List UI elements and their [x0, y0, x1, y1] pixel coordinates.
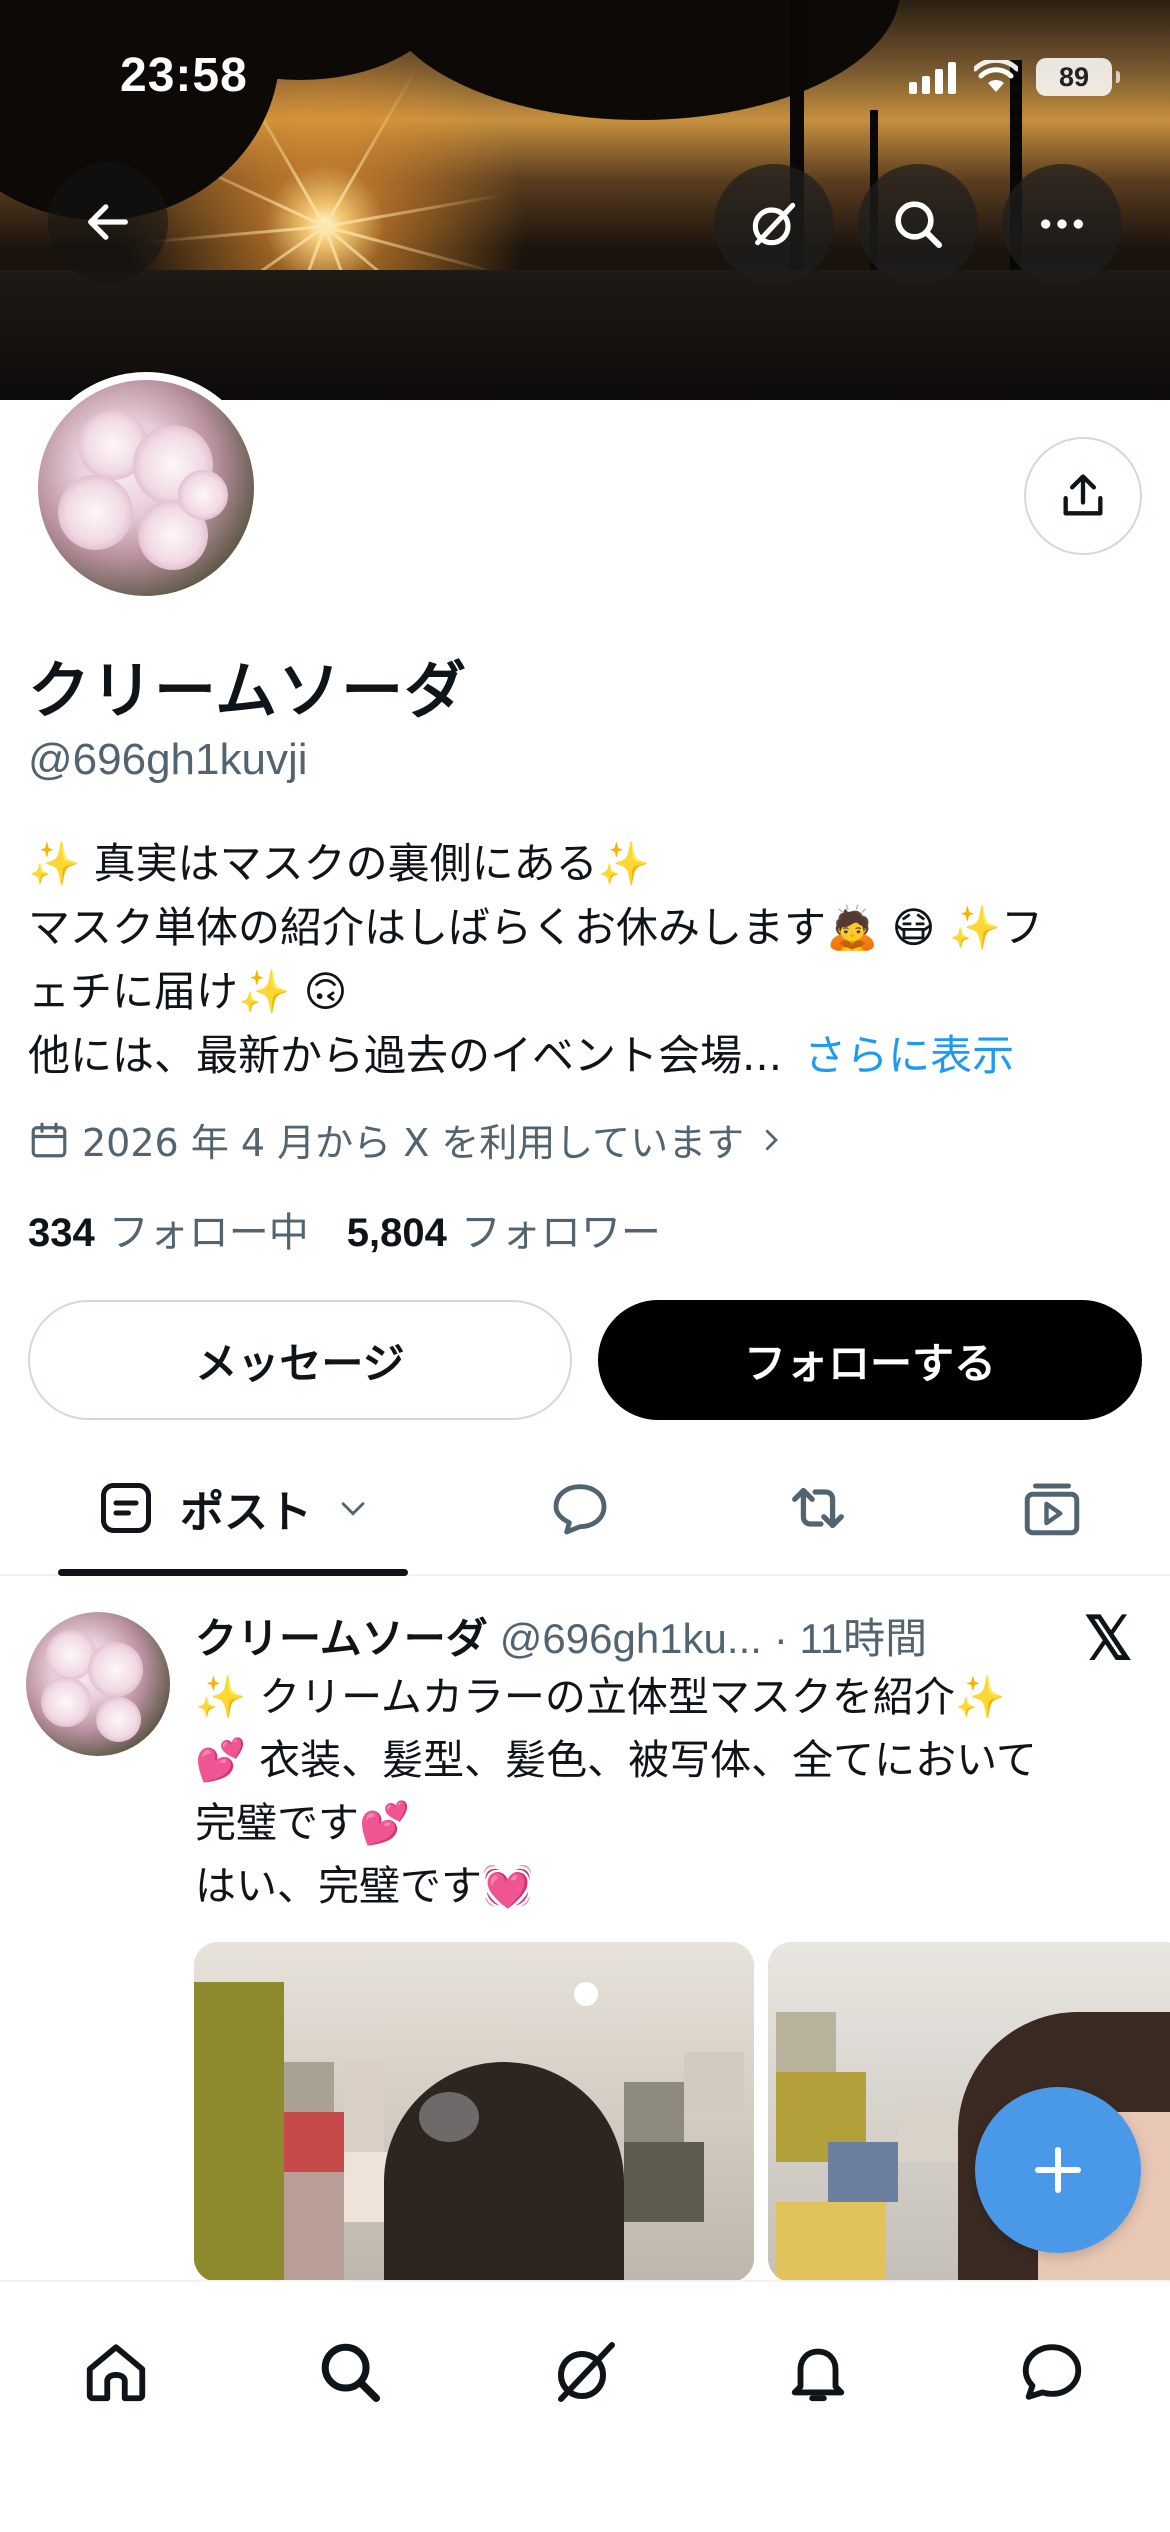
post-author-avatar[interactable]	[26, 1612, 170, 1756]
tab-active-indicator	[58, 1569, 408, 1576]
profile-avatar[interactable]	[30, 372, 262, 604]
battery-indicator: 89	[1036, 58, 1120, 96]
grok-icon	[752, 202, 796, 246]
tab-reposts[interactable]	[768, 1440, 868, 1576]
following-count: 334	[28, 1211, 95, 1255]
compose-button[interactable]	[975, 2087, 1141, 2253]
repost-icon	[792, 1487, 844, 1529]
post-time: · 11時間	[773, 1615, 928, 1662]
post-image-1[interactable]	[194, 1942, 754, 2282]
following-label: フォロー中	[108, 1210, 309, 1256]
reply-icon	[553, 1484, 607, 1535]
video-icon	[1024, 1483, 1080, 1536]
chevron-right-icon	[766, 1129, 779, 1150]
following-link[interactable]: 334 フォロー中	[28, 1200, 309, 1258]
nav-grok[interactable]	[535, 2322, 635, 2422]
post-line: 完璧です💕	[195, 1799, 411, 1847]
signal-icon	[909, 60, 956, 94]
status-time: 23:58	[120, 49, 248, 102]
joined-text: 2026 年 4 月から X を利用しています	[82, 1121, 745, 1165]
bio-line-text: 他には、最新から過去のイベント会場...	[28, 1031, 783, 1080]
search-icon	[321, 2343, 381, 2403]
profile-tabs: ポスト	[0, 1440, 1170, 1576]
status-icons: 89	[909, 58, 1120, 96]
bio-line: ェチに届け✨ 🙃	[28, 967, 348, 1016]
tab-media[interactable]	[1002, 1440, 1102, 1576]
bio-line: ✨ 真実はマスクの裏側にある✨	[28, 839, 650, 888]
bio-line: マスク単体の紹介はしばらくお休みします🙇 😷 ✨フ	[28, 903, 1044, 952]
share-button[interactable]	[1024, 437, 1142, 555]
post-author-name[interactable]: クリームソーダ	[195, 1605, 488, 1666]
back-button[interactable]	[48, 162, 168, 282]
x-logo-icon: 𝕏	[1084, 1605, 1133, 1672]
nav-home[interactable]	[66, 2322, 166, 2422]
joined-date[interactable]: 2026 年 4 月から X を利用しています	[28, 1112, 786, 1167]
nav-messages[interactable]	[1002, 2322, 1102, 2422]
chat-icon	[1022, 2344, 1082, 2400]
follow-button[interactable]: フォローする	[598, 1300, 1142, 1420]
more-button[interactable]	[1002, 164, 1122, 284]
search-button[interactable]	[858, 164, 978, 284]
calendar-icon	[31, 1122, 67, 1157]
posts-icon	[101, 1483, 151, 1533]
display-name: クリームソーダ	[28, 654, 468, 727]
post-header: クリームソーダ @696gh1ku... · 11時間	[195, 1605, 927, 1666]
nav-search[interactable]	[300, 2322, 400, 2422]
tab-posts[interactable]: ポスト	[58, 1440, 408, 1576]
arrow-left-icon	[88, 204, 128, 240]
follow-stats: 334 フォロー中 5,804 フォロワー	[28, 1200, 661, 1258]
grok-icon	[558, 2342, 615, 2402]
nav-notifications[interactable]	[768, 2322, 868, 2422]
plus-icon	[1035, 2147, 1081, 2193]
post-line: 💕 衣装、髪型、髪色、被写体、全てにおいて	[195, 1736, 1037, 1784]
message-button[interactable]: メッセージ	[28, 1300, 572, 1420]
grok-button[interactable]	[714, 164, 834, 284]
bottom-navigation	[0, 2280, 1170, 2532]
bio: ✨ 真実はマスクの裏側にある✨ マスク単体の紹介はしばらくお休みします🙇 😷 ✨…	[28, 832, 1148, 1088]
followers-link[interactable]: 5,804 フォロワー	[347, 1200, 661, 1258]
followers-label: フォロワー	[460, 1210, 661, 1256]
post-author-handle[interactable]: @696gh1ku...	[500, 1615, 762, 1663]
bio-line-last: 他には、最新から過去のイベント会場... さらに表示	[28, 1024, 1148, 1088]
search-icon	[895, 201, 943, 249]
avatar-image	[38, 380, 254, 596]
bell-icon	[791, 2348, 845, 2402]
post-line: ✨ クリームカラーの立体型マスクを紹介✨	[195, 1673, 1006, 1721]
share-icon	[1063, 474, 1103, 516]
post-line: はい、完璧です💓	[195, 1862, 534, 1910]
user-handle: @696gh1kuvji	[28, 735, 308, 784]
tab-posts-label: ポスト	[180, 1487, 312, 1538]
more-icon	[1041, 219, 1083, 229]
home-icon	[86, 2344, 146, 2402]
chevron-down-icon	[341, 1502, 365, 1516]
followers-count: 5,804	[346, 1211, 447, 1255]
show-more-link[interactable]: さらに表示	[804, 1031, 1014, 1080]
wifi-icon	[974, 60, 1018, 92]
post-text[interactable]: ✨ クリームカラーの立体型マスクを紹介✨ 💕 衣装、髪型、髪色、被写体、全てにお…	[195, 1666, 1145, 1918]
tab-replies[interactable]	[530, 1440, 630, 1576]
